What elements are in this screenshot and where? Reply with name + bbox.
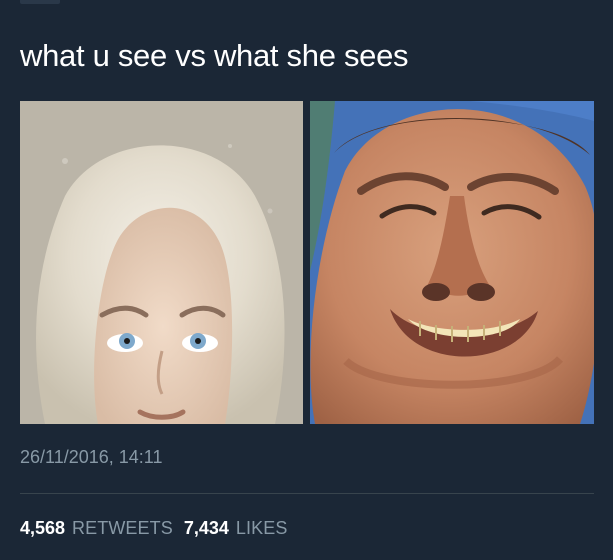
top-edge-line — [20, 0, 60, 4]
photo-right[interactable] — [310, 101, 594, 424]
tweet-text: what u see vs what she sees — [20, 38, 409, 73]
likes-stat[interactable]: 7,434 LIKES — [184, 516, 288, 540]
photo-left[interactable] — [20, 101, 303, 424]
retweets-stat[interactable]: 4,568 RETWEETS — [20, 516, 173, 540]
man-portrait-image — [310, 101, 594, 424]
divider — [20, 493, 594, 494]
retweets-count: 4,568 — [20, 518, 66, 538]
likes-label: LIKES — [235, 518, 288, 538]
tweet-media[interactable] — [20, 101, 594, 424]
likes-count: 7,434 — [183, 518, 229, 538]
tweet-timestamp[interactable]: 26/11/2016, 14:11 — [20, 445, 162, 469]
woman-portrait-image — [20, 101, 303, 424]
retweets-label: RETWEETS — [72, 518, 173, 538]
engagement-stats: 4,568 RETWEETS 7,434 LIKES — [20, 516, 298, 540]
tweet-card: what u see vs what she sees 26/11/2016, … — [0, 0, 613, 560]
